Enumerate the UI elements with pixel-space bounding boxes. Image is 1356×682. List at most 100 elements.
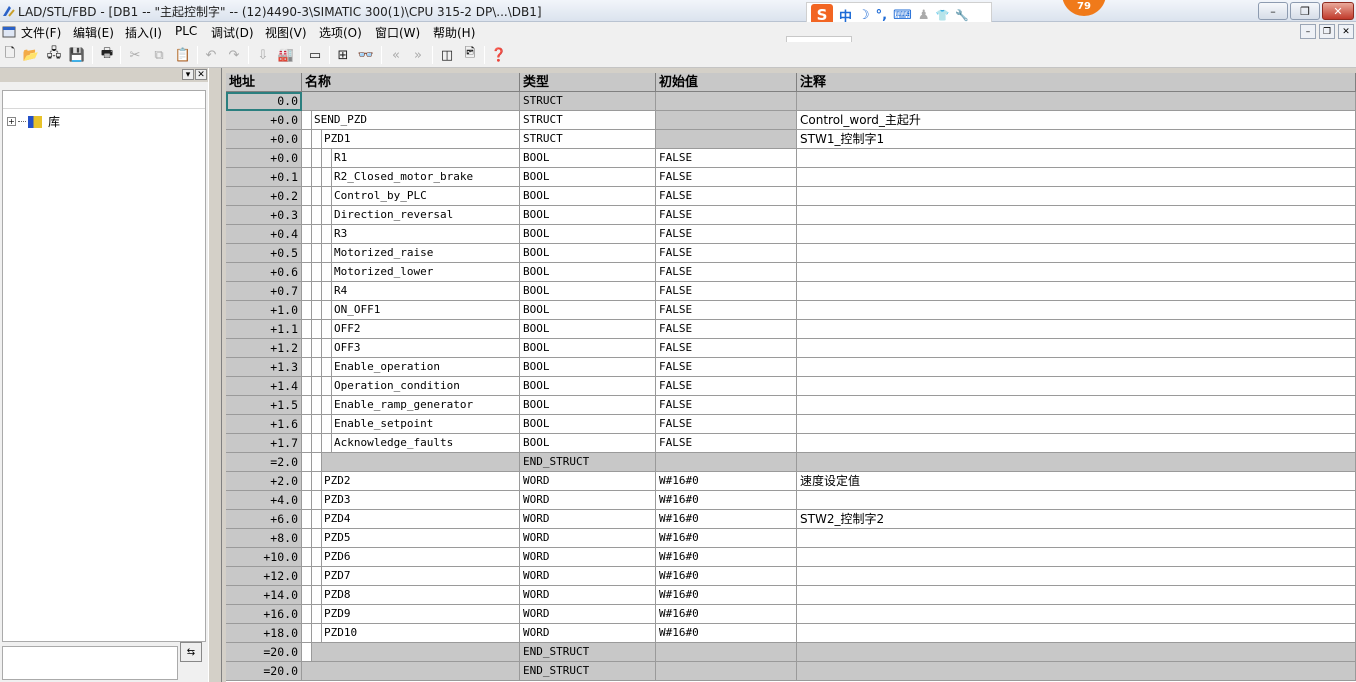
cell-comment[interactable] (797, 453, 1356, 472)
library-tree[interactable]: + 库 (2, 90, 206, 642)
cell-type[interactable]: BOOL (520, 358, 656, 377)
cell-comment[interactable] (797, 206, 1356, 225)
cell-address[interactable]: +16.0 (226, 605, 302, 624)
cell-comment[interactable] (797, 92, 1356, 111)
cut-icon[interactable]: ✂ (126, 46, 144, 64)
cell-initial-value[interactable] (656, 662, 797, 681)
cell-name[interactable]: R2_Closed_motor_brake (302, 168, 520, 187)
cell-address[interactable]: +1.4 (226, 377, 302, 396)
next-icon[interactable]: » (409, 46, 427, 64)
pane-splitter[interactable] (208, 68, 222, 682)
cell-type[interactable]: BOOL (520, 149, 656, 168)
cell-type[interactable]: BOOL (520, 187, 656, 206)
cell-type[interactable]: BOOL (520, 263, 656, 282)
print-icon[interactable]: 🖶 (98, 46, 116, 64)
cell-name[interactable]: Motorized_lower (302, 263, 520, 282)
cell-comment[interactable] (797, 168, 1356, 187)
table-row[interactable]: +1.0 ON_OFF1 BOOL FALSE (226, 301, 1356, 320)
minimize-button[interactable]: – (1258, 2, 1288, 20)
cell-address[interactable]: +1.3 (226, 358, 302, 377)
cell-initial-value[interactable]: FALSE (656, 320, 797, 339)
cell-name[interactable] (302, 662, 520, 681)
cell-comment[interactable] (797, 358, 1356, 377)
menu-window[interactable]: 窗口(W) (375, 24, 420, 41)
cell-name[interactable]: R3 (302, 225, 520, 244)
cell-initial-value[interactable]: FALSE (656, 225, 797, 244)
cell-name[interactable]: PZD8 (302, 586, 520, 605)
cell-type[interactable]: BOOL (520, 415, 656, 434)
cell-comment[interactable]: 速度设定值 (797, 472, 1356, 491)
cell-initial-value[interactable]: FALSE (656, 187, 797, 206)
cell-name[interactable]: PZD3 (302, 491, 520, 510)
cell-initial-value[interactable]: FALSE (656, 168, 797, 187)
cell-initial-value[interactable] (656, 453, 797, 472)
cell-address[interactable]: 0.0 (226, 92, 302, 111)
cell-type[interactable]: BOOL (520, 301, 656, 320)
cell-address[interactable]: +0.0 (226, 149, 302, 168)
cell-initial-value[interactable]: FALSE (656, 396, 797, 415)
cell-address[interactable]: +10.0 (226, 548, 302, 567)
cell-type[interactable]: BOOL (520, 434, 656, 453)
cell-address[interactable]: +0.5 (226, 244, 302, 263)
table-row[interactable]: +18.0 PZD10 WORD W#16#0 (226, 624, 1356, 643)
cell-name[interactable]: PZD7 (302, 567, 520, 586)
cell-address[interactable]: =20.0 (226, 643, 302, 662)
cell-name[interactable]: ON_OFF1 (302, 301, 520, 320)
redo-icon[interactable]: ↷ (225, 46, 243, 64)
cell-type[interactable]: BOOL (520, 168, 656, 187)
cell-name[interactable]: PZD4 (302, 510, 520, 529)
network-icon[interactable]: ⊞ (334, 46, 352, 64)
cell-type[interactable]: BOOL (520, 396, 656, 415)
cell-name[interactable]: Motorized_raise (302, 244, 520, 263)
cell-type[interactable]: WORD (520, 624, 656, 643)
table-row[interactable]: =20.0 END_STRUCT (226, 643, 1356, 662)
monitor-icon[interactable]: ▭ (306, 46, 324, 64)
cell-address[interactable]: +0.1 (226, 168, 302, 187)
cell-type[interactable]: END_STRUCT (520, 643, 656, 662)
cell-comment[interactable] (797, 244, 1356, 263)
cell-name[interactable]: OFF2 (302, 320, 520, 339)
cell-comment[interactable] (797, 225, 1356, 244)
table-row[interactable]: +1.5 Enable_ramp_generator BOOL FALSE (226, 396, 1356, 415)
cell-initial-value[interactable] (656, 92, 797, 111)
table-row[interactable]: =20.0 END_STRUCT (226, 662, 1356, 681)
cell-address[interactable]: +0.7 (226, 282, 302, 301)
table-row[interactable]: +0.4 R3 BOOL FALSE (226, 225, 1356, 244)
cell-name[interactable]: PZD5 (302, 529, 520, 548)
cell-name[interactable]: Direction_reversal (302, 206, 520, 225)
cell-initial-value[interactable]: FALSE (656, 301, 797, 320)
mdi-restore-button[interactable]: ❐ (1319, 24, 1335, 39)
cell-comment[interactable] (797, 548, 1356, 567)
cell-name[interactable]: Enable_ramp_generator (302, 396, 520, 415)
cell-type[interactable]: BOOL (520, 206, 656, 225)
cell-type[interactable]: BOOL (520, 282, 656, 301)
cell-address[interactable]: +4.0 (226, 491, 302, 510)
swap-panel-icon[interactable]: ⇆ (180, 642, 202, 662)
table-row[interactable]: +1.3 Enable_operation BOOL FALSE (226, 358, 1356, 377)
cell-comment[interactable] (797, 586, 1356, 605)
header-initial-value[interactable]: 初始值 (656, 73, 797, 92)
table-row[interactable]: 0.0 STRUCT (226, 92, 1356, 111)
cell-comment[interactable] (797, 567, 1356, 586)
load-icon[interactable]: ⇩ (254, 46, 272, 64)
new-icon[interactable]: 🗋 (1, 46, 19, 64)
menu-help[interactable]: 帮助(H) (433, 24, 475, 41)
cell-address[interactable]: +0.6 (226, 263, 302, 282)
pane-close-icon[interactable]: ✕ (195, 69, 207, 80)
cell-initial-value[interactable]: FALSE (656, 415, 797, 434)
cell-type[interactable]: WORD (520, 491, 656, 510)
cell-name[interactable] (302, 643, 520, 662)
table-row[interactable]: +1.4 Operation_condition BOOL FALSE (226, 377, 1356, 396)
mdi-minimize-button[interactable]: – (1300, 24, 1316, 39)
wrench-icon[interactable]: 🔧 (955, 9, 969, 22)
cell-address[interactable]: +1.6 (226, 415, 302, 434)
cell-comment[interactable] (797, 643, 1356, 662)
cell-address[interactable]: +8.0 (226, 529, 302, 548)
cell-name[interactable]: PZD6 (302, 548, 520, 567)
cell-initial-value[interactable]: W#16#0 (656, 548, 797, 567)
cell-initial-value[interactable]: W#16#0 (656, 529, 797, 548)
header-type[interactable]: 类型 (520, 73, 656, 92)
close-button[interactable]: ✕ (1322, 2, 1354, 20)
user-icon[interactable]: ♟ (918, 8, 930, 23)
cell-initial-value[interactable]: FALSE (656, 244, 797, 263)
